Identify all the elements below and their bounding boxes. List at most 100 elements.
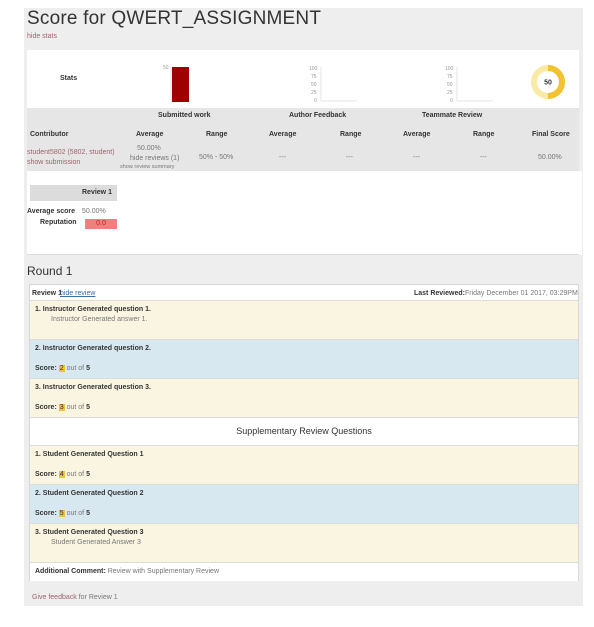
out-of-text: out of [66,471,85,478]
author-feedback-chart: 100 75 50 25 0 [309,66,357,104]
question-text: 3. Instructor Generated question 3. [35,384,151,391]
stats-panel: Stats 50 100 75 50 25 0 100 75 50 25 0 5… [27,50,579,108]
last-reviewed-label: Last Reviewed: [414,290,465,297]
supp-question-block: 3. Student Generated Question 3 Student … [30,523,578,562]
page-container: Score for QWERT_ASSIGNMENT hide stats St… [24,8,583,606]
score-value: 5 [58,510,65,517]
teammate-review-chart: 100 75 50 25 0 [445,66,493,104]
group-submitted-work: Submitted work [158,112,211,119]
col-teammate-range: Range [473,131,495,138]
score-label: Score: [35,365,57,372]
teammate-tick-100: 100 [445,66,454,72]
group-teammate-review: Teammate Review [422,112,483,119]
for-review-text: for Review 1 [78,594,118,601]
show-submission-link[interactable]: show submission [27,159,80,166]
feedback-line: Give feedback for Review 1 [32,594,118,601]
question-text: 1. Student Generated Question 1 [35,451,144,458]
author-tick-25: 25 [311,90,317,96]
supplementary-header: Supplementary Review Questions [30,417,578,445]
last-reviewed: Last Reviewed:Friday December 01 2017, 0… [414,290,578,297]
score-max: 5 [86,365,90,372]
question-block: 1. Instructor Generated question 1. Inst… [30,300,578,339]
score-value: 3 [58,404,65,411]
teammate-tick-50: 50 [447,82,453,88]
answer-text: Instructor Generated answer 1. [51,316,148,323]
divider [27,254,579,255]
author-tick-100: 100 [309,66,318,72]
show-review-summary-link[interactable]: show review summary [120,164,174,170]
submitted-tick-label: 50 [163,65,169,71]
round-title: Round 1 [27,264,73,278]
submitted-average-value: 50.00% [137,145,161,152]
reputation-review-header: Review 1 [82,189,112,196]
final-score-donut: 50 [531,65,565,99]
question-text: 3. Student Generated Question 3 [35,529,144,536]
col-submitted-average: Average [136,131,164,138]
score-label: Score: [35,510,57,517]
contributor-link[interactable]: student5802 (5802, student) [27,149,115,156]
question-block: 2. Instructor Generated question 2. Scor… [30,339,578,378]
teammate-tick-0: 0 [450,98,453,104]
score-value: 4 [58,471,65,478]
average-score-value: 50.00% [82,208,106,215]
donut-label: 50 [544,80,552,87]
submitted-bar [172,67,189,102]
additional-comment-label: Additional Comment: [35,568,106,575]
supp-question-block: 1. Student Generated Question 1 Score: 4… [30,445,578,484]
teammate-tick-25: 25 [447,90,453,96]
submitted-range-value: 50% - 50% [199,154,234,161]
stats-label: Stats [60,75,78,82]
author-tick-0: 0 [314,98,317,104]
hide-stats-link[interactable]: hide stats [27,33,57,40]
col-final-score: Final Score [532,131,570,138]
teammate-average-value: --- [413,154,420,161]
col-teammate-average: Average [403,131,431,138]
group-author-feedback: Author Feedback [289,112,347,119]
author-tick-50: 50 [311,82,317,88]
score-max: 5 [86,471,90,478]
score-line: Score: 3 out of 5 [35,404,90,411]
teammate-range-value: --- [480,154,487,161]
score-label: Score: [35,471,57,478]
out-of-text: out of [66,510,85,517]
additional-comment-value: Review with Supplementary Review [107,568,220,575]
supplementary-title: Supplementary Review Questions [236,426,372,436]
author-tick-75: 75 [311,74,317,80]
reputation-label: Reputation [40,219,77,226]
review-label: Review 1 [32,290,62,297]
author-average-value: --- [279,154,286,161]
col-submitted-range: Range [206,131,228,138]
submitted-work-chart: 50 [163,65,189,102]
review-panel: Review 1 hide review Last Reviewed:Frida… [29,284,579,581]
last-reviewed-value: Friday December 01 2017, 03:29PM [464,290,578,297]
final-score-value: 50.00% [538,154,562,161]
score-max: 5 [86,510,90,517]
question-text: 2. Student Generated Question 2 [35,490,144,497]
reputation-badge: 0.0 [85,219,117,229]
hide-reviews-link[interactable]: hide reviews (1) [130,155,179,162]
score-line: Score: 4 out of 5 [35,471,90,478]
answer-text: Student Generated Answer 3 [51,539,141,546]
col-author-range: Range [340,131,362,138]
col-contributor: Contributor [30,131,69,138]
out-of-text: out of [66,404,85,411]
supp-question-block: 2. Student Generated Question 2 Score: 5… [30,484,578,523]
average-score-label: Average score [27,208,75,215]
question-block: 3. Instructor Generated question 3. Scor… [30,378,578,417]
score-line: Score: 2 out of 5 [35,365,90,372]
question-text: 2. Instructor Generated question 2. [35,345,151,352]
teammate-tick-75: 75 [447,74,453,80]
page-title: Score for QWERT_ASSIGNMENT [27,8,322,29]
score-line: Score: 5 out of 5 [35,510,90,517]
score-value: 2 [58,365,65,372]
additional-comment-line: Additional Comment: Review with Suppleme… [35,568,219,575]
reputation-section: Review 1 Average score 50.00% Reputation… [27,171,582,255]
score-max: 5 [86,404,90,411]
hide-review-link[interactable]: hide review [60,290,95,297]
give-feedback-link[interactable]: Give feedback [32,594,77,601]
author-range-value: --- [346,154,353,161]
score-label: Score: [35,404,57,411]
question-text: 1. Instructor Generated question 1. [35,306,151,313]
score-table: Submitted work Author Feedback Teammate … [27,108,579,171]
out-of-text: out of [66,365,85,372]
